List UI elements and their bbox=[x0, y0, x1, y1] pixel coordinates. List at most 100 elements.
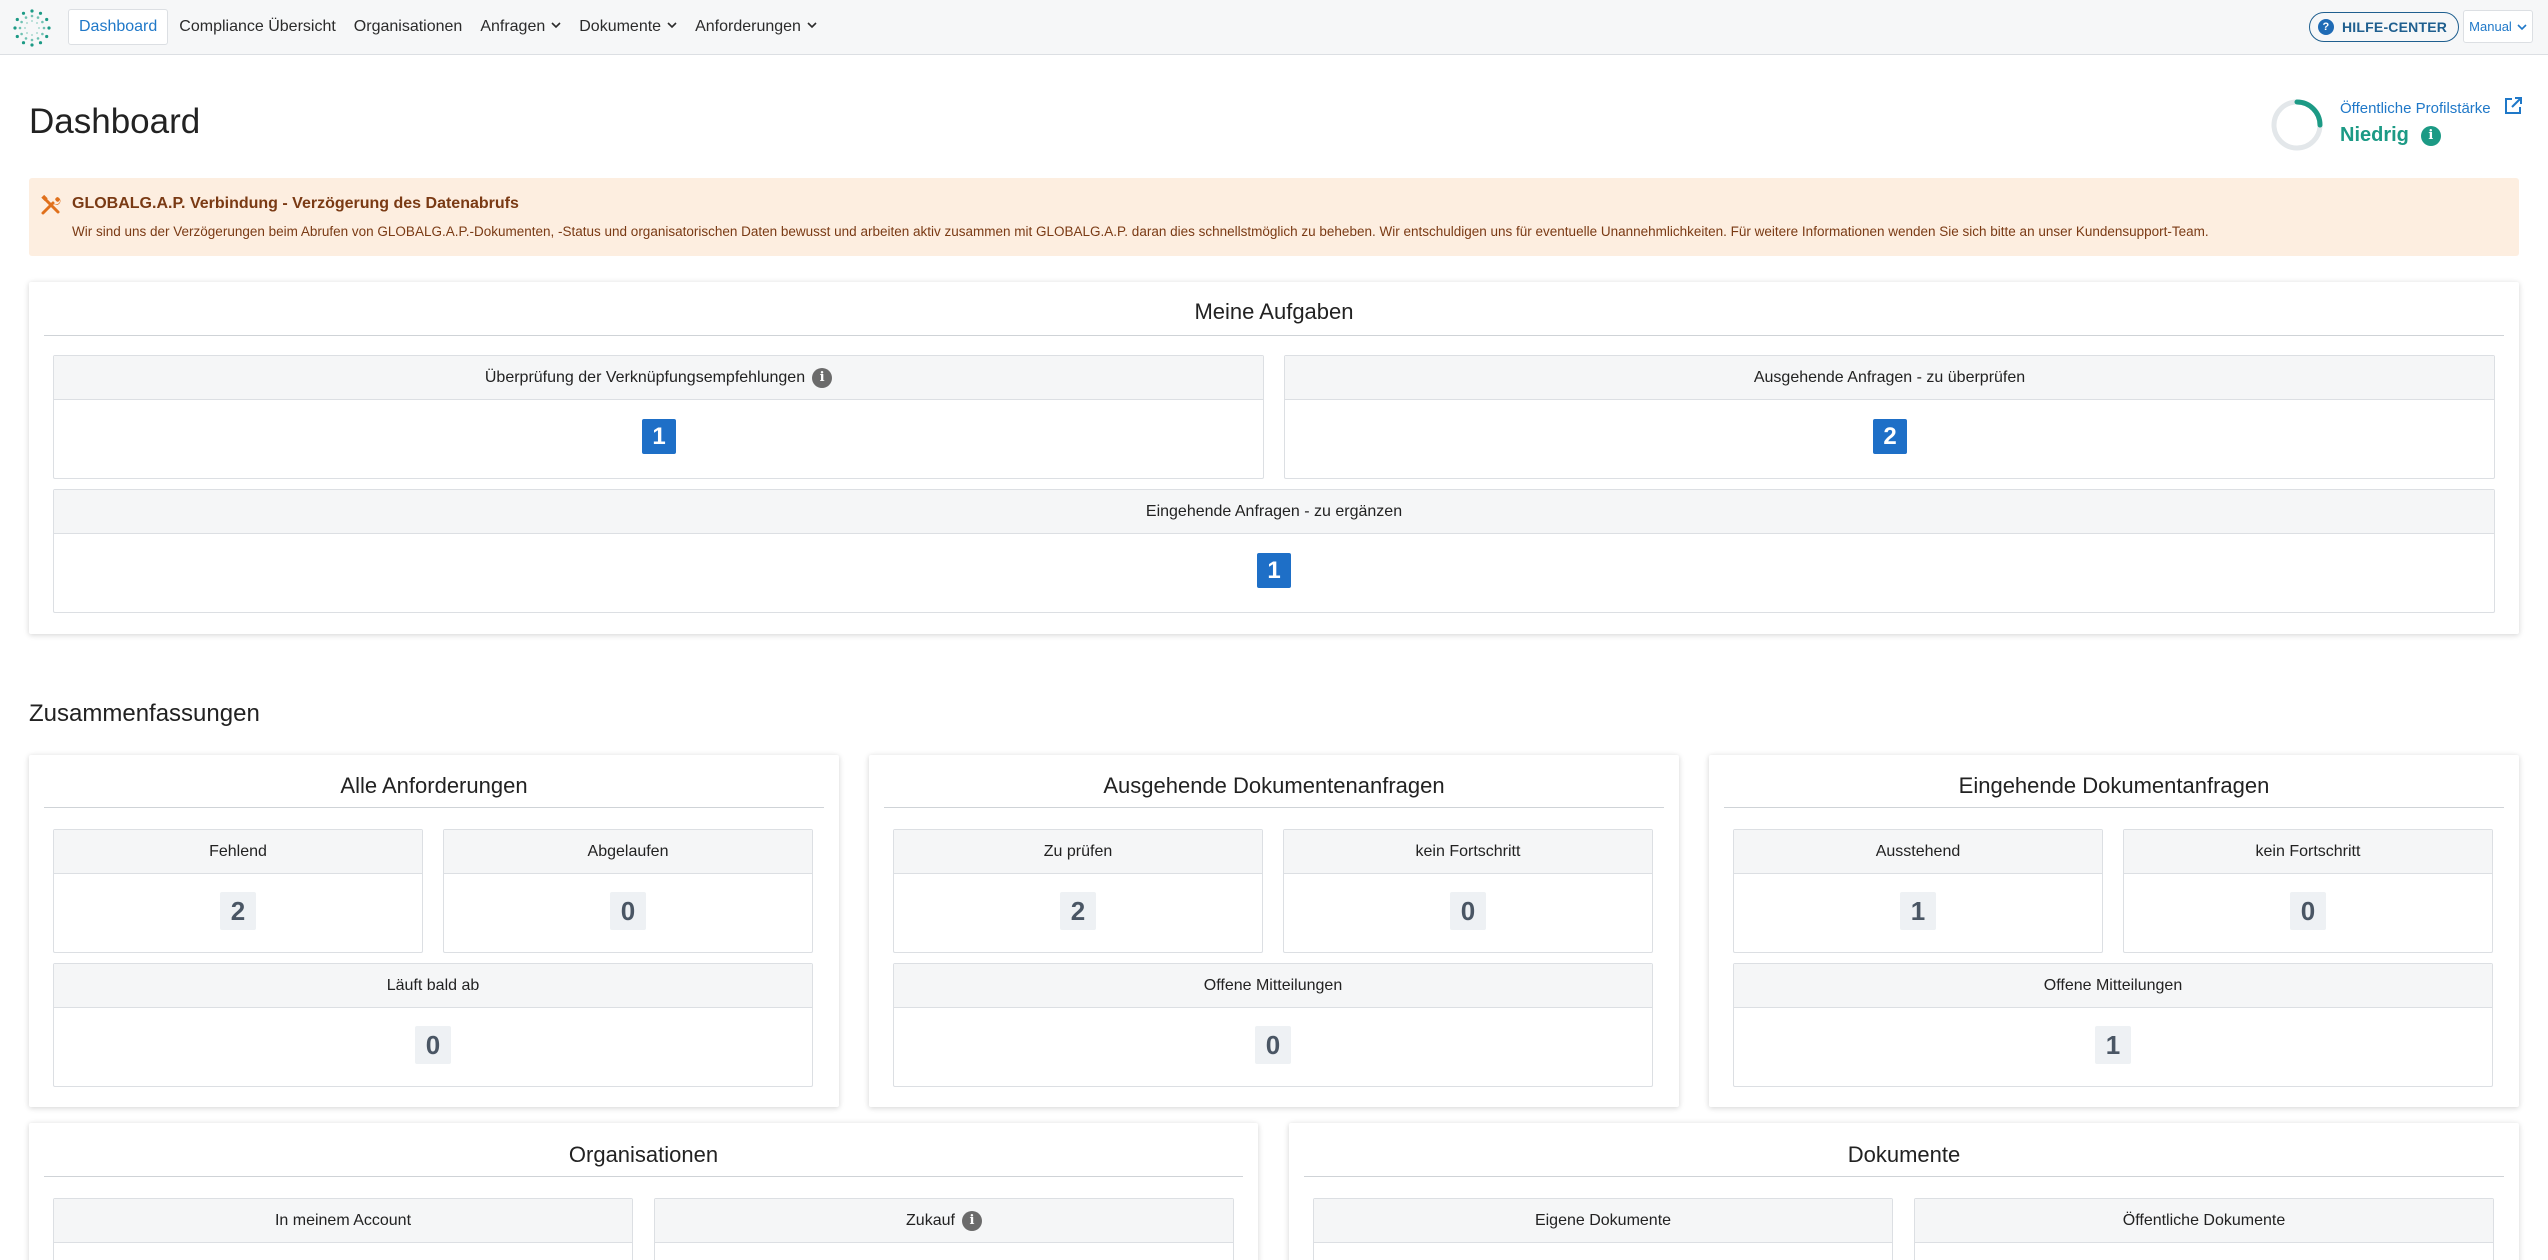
card-title: Ausgehende Dokumentenanfragen bbox=[1103, 773, 1445, 798]
nav-documents-dropdown[interactable]: Dokumente bbox=[570, 9, 686, 45]
task-count-badge[interactable]: 1 bbox=[1257, 553, 1291, 588]
my-tasks-card: Meine Aufgaben Überprüfung der Verknüpfu… bbox=[29, 282, 2519, 634]
summary-tile-missing[interactable]: Fehlend 2 bbox=[53, 829, 423, 953]
tile-header: Öffentliche Dokumente bbox=[1915, 1199, 2493, 1243]
question-icon: ? bbox=[2318, 19, 2334, 35]
task-outgoing-review[interactable]: Ausgehende Anfragen - zu überprüfen 2 bbox=[1284, 355, 2495, 479]
summary-tile-no-progress[interactable]: kein Fortschritt 0 bbox=[1283, 829, 1653, 953]
task-count-badge[interactable]: 1 bbox=[642, 419, 676, 454]
main-nav: Dashboard Compliance Übersicht Organisat… bbox=[68, 9, 826, 45]
app-logo[interactable] bbox=[12, 8, 52, 48]
info-icon[interactable]: i bbox=[961, 1210, 982, 1231]
tile-header: kein Fortschritt bbox=[1284, 830, 1652, 874]
globalgap-alert: GLOBALG.A.P. Verbindung - Verzögerung de… bbox=[29, 178, 2519, 256]
profile-link-label: Öffentliche Profilstärke bbox=[2340, 99, 2491, 117]
count-badge[interactable]: 1 bbox=[1900, 892, 1936, 930]
alert-message: Wir sind uns der Verzögerungen beim Abru… bbox=[72, 224, 2209, 239]
profile-strength: Öffentliche Profilstärke Niedrig i bbox=[2270, 94, 2530, 154]
tile-header: Offene Mitteilungen bbox=[1734, 964, 2492, 1008]
card-divider bbox=[1304, 1176, 2504, 1177]
nav-requests-label: Anfragen bbox=[480, 18, 546, 35]
task-tile-label: Überprüfung der Verknüpfungsempfehlungen bbox=[484, 368, 806, 386]
summary-tile-open-messages[interactable]: Offene Mitteilungen 0 bbox=[893, 963, 1653, 1087]
task-incoming-complete[interactable]: Eingehende Anfragen - zu ergänzen 1 bbox=[53, 489, 2495, 613]
count-badge[interactable]: 0 bbox=[610, 892, 646, 930]
tools-icon bbox=[41, 194, 61, 215]
profile-strength-level: Niedrig i bbox=[2340, 124, 2441, 147]
task-tile-label: Eingehende Anfragen - zu ergänzen bbox=[1145, 502, 1403, 520]
nav-organisations[interactable]: Organisationen bbox=[345, 9, 472, 45]
nav-compliance-label: Compliance Übersicht bbox=[179, 18, 336, 35]
chevron-down-icon bbox=[2517, 23, 2527, 30]
summary-tile-pending[interactable]: Ausstehend 1 bbox=[1733, 829, 2103, 953]
summary-tile-in-my-account[interactable]: In meinem Account bbox=[53, 1198, 633, 1260]
info-icon[interactable]: i bbox=[2420, 125, 2441, 146]
nav-requirements-label: Anforderungen bbox=[695, 18, 801, 35]
tile-header: Offene Mitteilungen bbox=[894, 964, 1652, 1008]
nav-documents-label: Dokumente bbox=[579, 18, 662, 35]
nav-dashboard-label: Dashboard bbox=[79, 18, 158, 35]
task-link-recommendations[interactable]: Überprüfung der Verknüpfungsempfehlungen… bbox=[53, 355, 1264, 479]
nav-compliance-overview[interactable]: Compliance Übersicht bbox=[170, 9, 345, 45]
page-title: Dashboard bbox=[29, 102, 201, 141]
alert-title: GLOBALG.A.P. Verbindung - Verzögerung de… bbox=[72, 195, 519, 212]
tile-header: Eigene Dokumente bbox=[1314, 1199, 1892, 1243]
tile-header: Zukauf i bbox=[655, 1199, 1233, 1243]
task-tile-label: Ausgehende Anfragen - zu überprüfen bbox=[1753, 368, 2026, 386]
all-requirements-card: Alle Anforderungen Fehlend 2 Abgelaufen … bbox=[29, 755, 839, 1107]
summary-tile-expired[interactable]: Abgelaufen 0 bbox=[443, 829, 813, 953]
nav-requirements-dropdown[interactable]: Anforderungen bbox=[686, 9, 826, 45]
card-title: Organisationen bbox=[568, 1142, 719, 1167]
task-count-badge[interactable]: 2 bbox=[1873, 419, 1907, 454]
chevron-down-icon bbox=[667, 22, 677, 29]
summary-tile-no-progress[interactable]: kein Fortschritt 0 bbox=[2123, 829, 2493, 953]
summary-tile-purchase[interactable]: Zukauf i bbox=[654, 1198, 1234, 1260]
nav-requests-dropdown[interactable]: Anfragen bbox=[471, 9, 570, 45]
incoming-requests-card: Eingehende Dokumentanfragen Ausstehend 1… bbox=[1709, 755, 2519, 1107]
tile-header: Ausstehend bbox=[1734, 830, 2102, 874]
manual-label: Manual bbox=[2469, 19, 2512, 34]
documents-card: Dokumente Eigene Dokumente Öffentliche D… bbox=[1289, 1123, 2519, 1260]
task-tile-header: Eingehende Anfragen - zu ergänzen bbox=[54, 490, 2494, 534]
count-badge[interactable]: 0 bbox=[415, 1026, 451, 1064]
profile-strength-ring bbox=[2271, 99, 2323, 151]
summary-tile-public-documents[interactable]: Öffentliche Dokumente bbox=[1914, 1198, 2494, 1260]
tile-header: Läuft bald ab bbox=[54, 964, 812, 1008]
task-tile-header: Ausgehende Anfragen - zu überprüfen bbox=[1285, 356, 2494, 400]
help-center-button[interactable]: ? HILFE-CENTER bbox=[2309, 12, 2460, 42]
public-profile-strength-link[interactable]: Öffentliche Profilstärke bbox=[2340, 97, 2523, 118]
card-divider bbox=[44, 1176, 1243, 1177]
card-divider bbox=[884, 807, 1664, 808]
nav-dashboard[interactable]: Dashboard bbox=[68, 9, 169, 45]
outgoing-requests-card: Ausgehende Dokumentenanfragen Zu prüfen … bbox=[869, 755, 1679, 1107]
task-tile-header: Überprüfung der Verknüpfungsempfehlungen… bbox=[54, 356, 1263, 400]
count-badge[interactable]: 0 bbox=[1450, 892, 1486, 930]
count-badge[interactable]: 2 bbox=[220, 892, 256, 930]
summary-tile-own-documents[interactable]: Eigene Dokumente bbox=[1313, 1198, 1893, 1260]
summary-tile-open-messages[interactable]: Offene Mitteilungen 1 bbox=[1733, 963, 2493, 1087]
tile-header: Zu prüfen bbox=[894, 830, 1262, 874]
info-icon[interactable]: i bbox=[812, 367, 833, 388]
profile-level-label: Niedrig bbox=[2340, 124, 2409, 146]
tile-header: In meinem Account bbox=[54, 1199, 632, 1243]
tile-header: Fehlend bbox=[54, 830, 422, 874]
external-link-icon bbox=[2504, 97, 2522, 114]
tile-header: kein Fortschritt bbox=[2124, 830, 2492, 874]
count-badge[interactable]: 1 bbox=[2095, 1026, 2131, 1064]
summaries-title: Zusammenfassungen bbox=[29, 700, 260, 727]
card-divider bbox=[44, 335, 2504, 336]
card-divider bbox=[1724, 807, 2504, 808]
summary-tile-expiring-soon[interactable]: Läuft bald ab 0 bbox=[53, 963, 813, 1087]
help-center-label: HILFE-CENTER bbox=[2342, 19, 2448, 35]
count-badge[interactable]: 0 bbox=[1255, 1026, 1291, 1064]
tile-header: Abgelaufen bbox=[444, 830, 812, 874]
card-title: Eingehende Dokumentanfragen bbox=[1958, 773, 2270, 798]
my-tasks-title: Meine Aufgaben bbox=[1194, 299, 1354, 324]
tile-label: Zukauf bbox=[906, 1211, 955, 1229]
count-badge[interactable]: 0 bbox=[2290, 892, 2326, 930]
count-badge[interactable]: 2 bbox=[1060, 892, 1096, 930]
chevron-down-icon bbox=[807, 22, 817, 29]
summary-tile-to-review[interactable]: Zu prüfen 2 bbox=[893, 829, 1263, 953]
top-navbar: Dashboard Compliance Übersicht Organisat… bbox=[0, 0, 2548, 55]
manual-dropdown[interactable]: Manual bbox=[2463, 10, 2533, 43]
